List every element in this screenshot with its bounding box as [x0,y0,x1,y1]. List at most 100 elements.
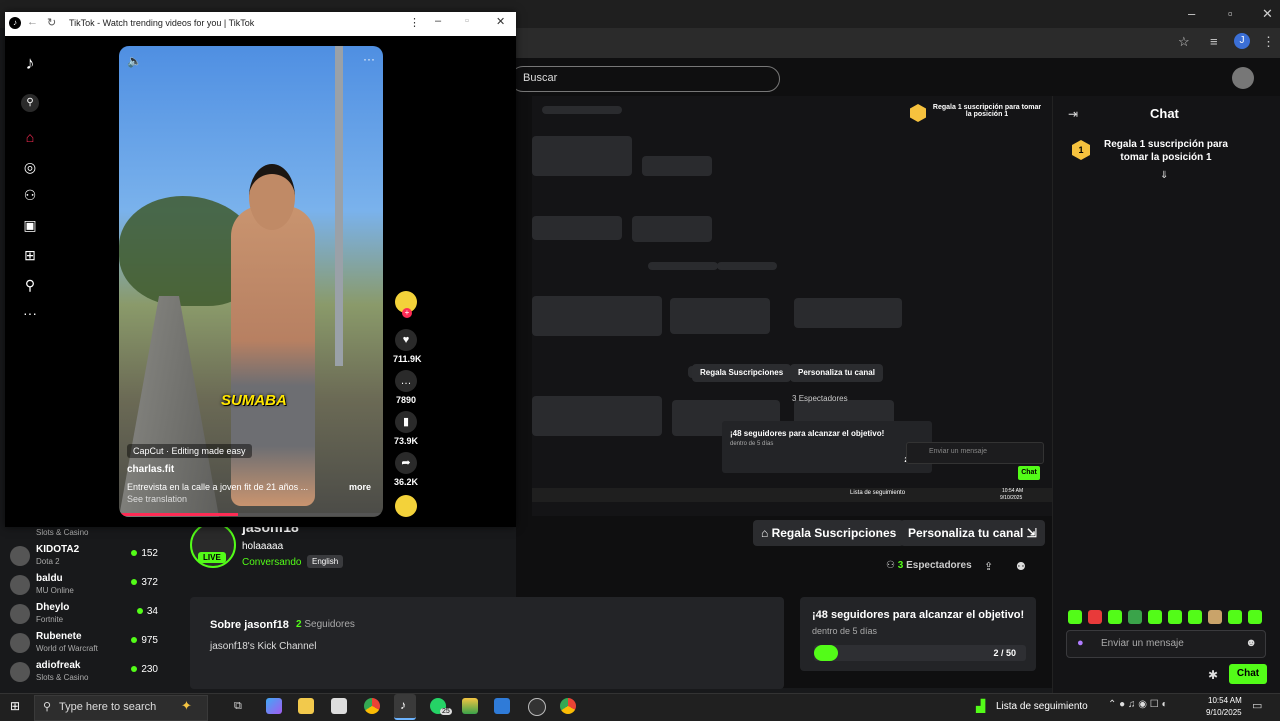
comment-action[interactable]: … 7890 [393,370,419,405]
minimize-icon[interactable]: – [435,15,441,27]
nested-chat-placeholder: Enviar un mensaje [929,448,987,455]
emote-icon[interactable] [1068,610,1082,624]
expand-pinned-icon[interactable]: ⇓ [1160,170,1168,181]
chrome-icon[interactable] [364,698,380,714]
save-action[interactable]: ▮ 73.9K [393,411,419,446]
video-more-icon[interactable]: ··· [363,52,375,66]
emote-icon[interactable] [1128,610,1142,624]
bookmark-star-icon[interactable]: ☆ [1178,34,1190,50]
nested-gift-subs-button[interactable]: Regala Suscripciones [692,364,792,382]
task-view-icon[interactable]: ⧉ [234,700,242,713]
channel-avatar [10,633,30,653]
nested-chat-input[interactable]: Enviar un mensaje [906,442,1044,464]
channel-game: Slots & Casino [36,673,89,682]
extensions-icon[interactable]: ≡ [1210,34,1218,49]
emote-icon[interactable] [1188,610,1202,624]
mic-icon[interactable]: ● [1077,637,1084,649]
live-icon[interactable]: ▣ [21,216,39,234]
gift-subs-button[interactable]: ⌂ Regala Suscripciones [753,520,905,546]
see-translation-link[interactable]: See translation [127,494,187,504]
nested-customize-button[interactable]: Personaliza tu canal [790,364,883,382]
tray-app-label[interactable]: Lista de seguimiento [996,701,1088,712]
followers: 2 Seguidores [296,619,355,630]
copilot-icon[interactable] [266,698,282,714]
tiktok-logo-icon[interactable]: ♪ [21,54,39,72]
user-avatar[interactable] [1232,67,1254,89]
nested-chat-send-button[interactable]: Chat [1018,466,1040,480]
obs-icon[interactable] [528,698,546,716]
video-author[interactable]: charlas.fit [127,464,174,475]
chat-send-button[interactable]: Chat [1229,664,1267,684]
emote-icon[interactable] [1248,610,1262,624]
kick-search-input[interactable]: Buscar [510,66,780,92]
taskbar-search-box[interactable]: ⚲ Type here to search ✦ [34,695,208,721]
share-icon[interactable]: ➦ [395,452,417,474]
maximize-icon[interactable]: ▫ [465,15,469,27]
like-action[interactable]: ♥ 711.9K [393,329,422,364]
notification-icon[interactable]: ▭ [1252,699,1262,712]
bookmark-icon[interactable]: ▮ [395,411,417,433]
photos-icon[interactable] [494,698,510,714]
collapse-chat-icon[interactable]: ⇥ [1068,107,1078,121]
browser-menu-icon[interactable]: ⋮ [1262,34,1275,50]
emote-icon[interactable] [1088,610,1102,624]
explore-icon[interactable]: ◎ [21,158,39,176]
close-icon[interactable]: ✕ [496,15,505,28]
tiktok-taskbar-icon[interactable]: ♪ [394,694,416,720]
capcut-tag[interactable]: CapCut · Editing made easy [127,444,252,458]
emoji-picker-icon[interactable]: ☻ [1245,637,1257,649]
music-disc-icon[interactable] [395,495,417,517]
sidebar-channel[interactable]: Dheylo Fortnite 34 [10,602,170,630]
more-icon[interactable]: ··· [21,304,39,322]
emote-icon[interactable] [1168,610,1182,624]
window-menu-icon[interactable]: ⋮ [409,16,420,29]
more-link[interactable]: more [349,482,371,492]
emote-icon[interactable] [1108,610,1122,624]
chat-settings-icon[interactable]: ✱ [1208,668,1218,682]
nested-placeholder [542,106,622,114]
emote-icon[interactable] [1148,610,1162,624]
file-explorer-icon[interactable] [298,698,314,714]
upload-icon[interactable]: ⊞ [21,246,39,264]
emote-icon[interactable] [1208,610,1222,624]
minimize-icon[interactable]: – [1188,6,1195,21]
maximize-icon[interactable]: ▫ [1228,6,1233,21]
share-icon[interactable]: ⇪ [984,560,993,573]
sidebar-channel[interactable]: KIDOTA2 Dota 2 152 [10,544,170,572]
language-tag[interactable]: English [307,555,344,568]
emote-icon[interactable] [1228,610,1242,624]
reload-icon[interactable]: ↻ [47,16,56,29]
profile-icon[interactable]: ⚲ [21,276,39,294]
chat-message-input[interactable]: ● Enviar un mensaje ☻ [1066,630,1266,658]
tiktok-video-player[interactable]: 🔈 ··· SUMABA CapCut · Editing made easy … [119,46,383,517]
video-progress-track[interactable] [119,513,383,516]
following-icon[interactable]: ⚇ [21,186,39,204]
follow-plus-icon[interactable]: + [402,308,412,318]
windows-start-icon[interactable]: ⊞ [10,699,20,713]
follow-icon[interactable]: ⚉ [1016,560,1026,573]
heart-icon[interactable]: ♥ [395,329,417,351]
profile-avatar[interactable]: J [1234,33,1250,49]
customize-channel-button[interactable]: Personaliza tu canal ⇲ [900,520,1045,546]
chrome-profile-icon[interactable] [560,698,576,714]
sidebar-channel[interactable]: Rubenete World of Warcraft 975 [10,631,170,659]
tray-icons[interactable]: ⌃ ● ♫ ◉ ☐ ◐ [1108,699,1168,710]
viewers-count: ⚇ 3 Espectadores [886,560,972,571]
stocks-icon[interactable]: ▟ [976,699,985,713]
volume-icon[interactable]: 🔈 [127,54,142,68]
followers-label: Seguidores [304,619,355,630]
app-icon[interactable] [462,698,478,714]
share-action[interactable]: ➦ 36.2K [393,452,419,487]
home-icon[interactable]: ⌂ [21,128,39,146]
stream-category[interactable]: Conversando [242,557,301,568]
search-icon[interactable]: ⚲ [21,94,39,112]
channel-game: MU Online [36,586,74,595]
clock-time[interactable]: 10:54 AM [1208,696,1242,705]
back-icon[interactable]: ← [27,16,38,28]
comment-icon[interactable]: … [395,370,417,392]
sidebar-channel[interactable]: baldu MU Online 372 [10,573,170,601]
ms-store-icon[interactable] [331,698,347,714]
close-icon[interactable]: ✕ [1262,6,1273,22]
clock-date[interactable]: 9/10/2025 [1206,708,1242,717]
sidebar-channel[interactable]: adiofreak Slots & Casino 230 [10,660,170,688]
